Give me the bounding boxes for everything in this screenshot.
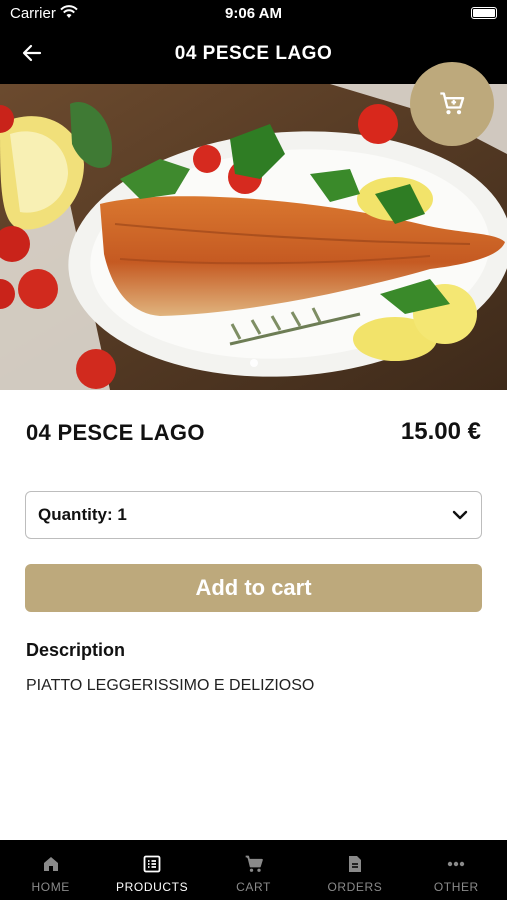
home-icon [43, 857, 58, 871]
tab-label: HOME [31, 880, 70, 894]
tab-bar: HOME PRODUCTS CART ORDERS OTHER [0, 840, 507, 900]
quantity-select[interactable]: Quantity: 1 [25, 491, 482, 539]
tab-label: CART [236, 880, 271, 894]
tab-label: ORDERS [327, 880, 383, 894]
document-icon [348, 856, 361, 872]
product-price: 15.00 € [400, 418, 481, 445]
quantity-label: Quantity: 1 [38, 505, 127, 524]
tab-label: PRODUCTS [116, 880, 189, 894]
tab-home[interactable]: HOME [0, 840, 101, 900]
tab-orders[interactable]: ORDERS [304, 840, 405, 900]
page-title: 04 PESCE LAGO [174, 43, 333, 64]
tab-products[interactable]: PRODUCTS [101, 840, 202, 900]
list-icon [143, 855, 161, 873]
description-text: PIATTO LEGGERISSIMO E DELIZIOSO [26, 677, 315, 694]
chevron-down-icon [451, 506, 469, 529]
status-bar: Carrier 9:06 AM [0, 0, 507, 28]
add-to-cart-button[interactable]: Add to cart [25, 564, 482, 612]
tab-label: OTHER [433, 880, 479, 894]
cart-icon [245, 855, 263, 872]
description-heading: Description [26, 640, 126, 660]
battery-icon [471, 7, 497, 19]
cart-button[interactable] [410, 62, 494, 146]
carousel-dot[interactable] [250, 359, 258, 367]
more-icon [448, 861, 465, 867]
tab-other[interactable]: OTHER [406, 840, 507, 900]
cart-icon [440, 92, 465, 115]
tab-cart[interactable]: CART [203, 840, 304, 900]
product-name: 04 PESCE LAGO [26, 420, 205, 445]
clock: 9:06 AM [225, 5, 282, 22]
